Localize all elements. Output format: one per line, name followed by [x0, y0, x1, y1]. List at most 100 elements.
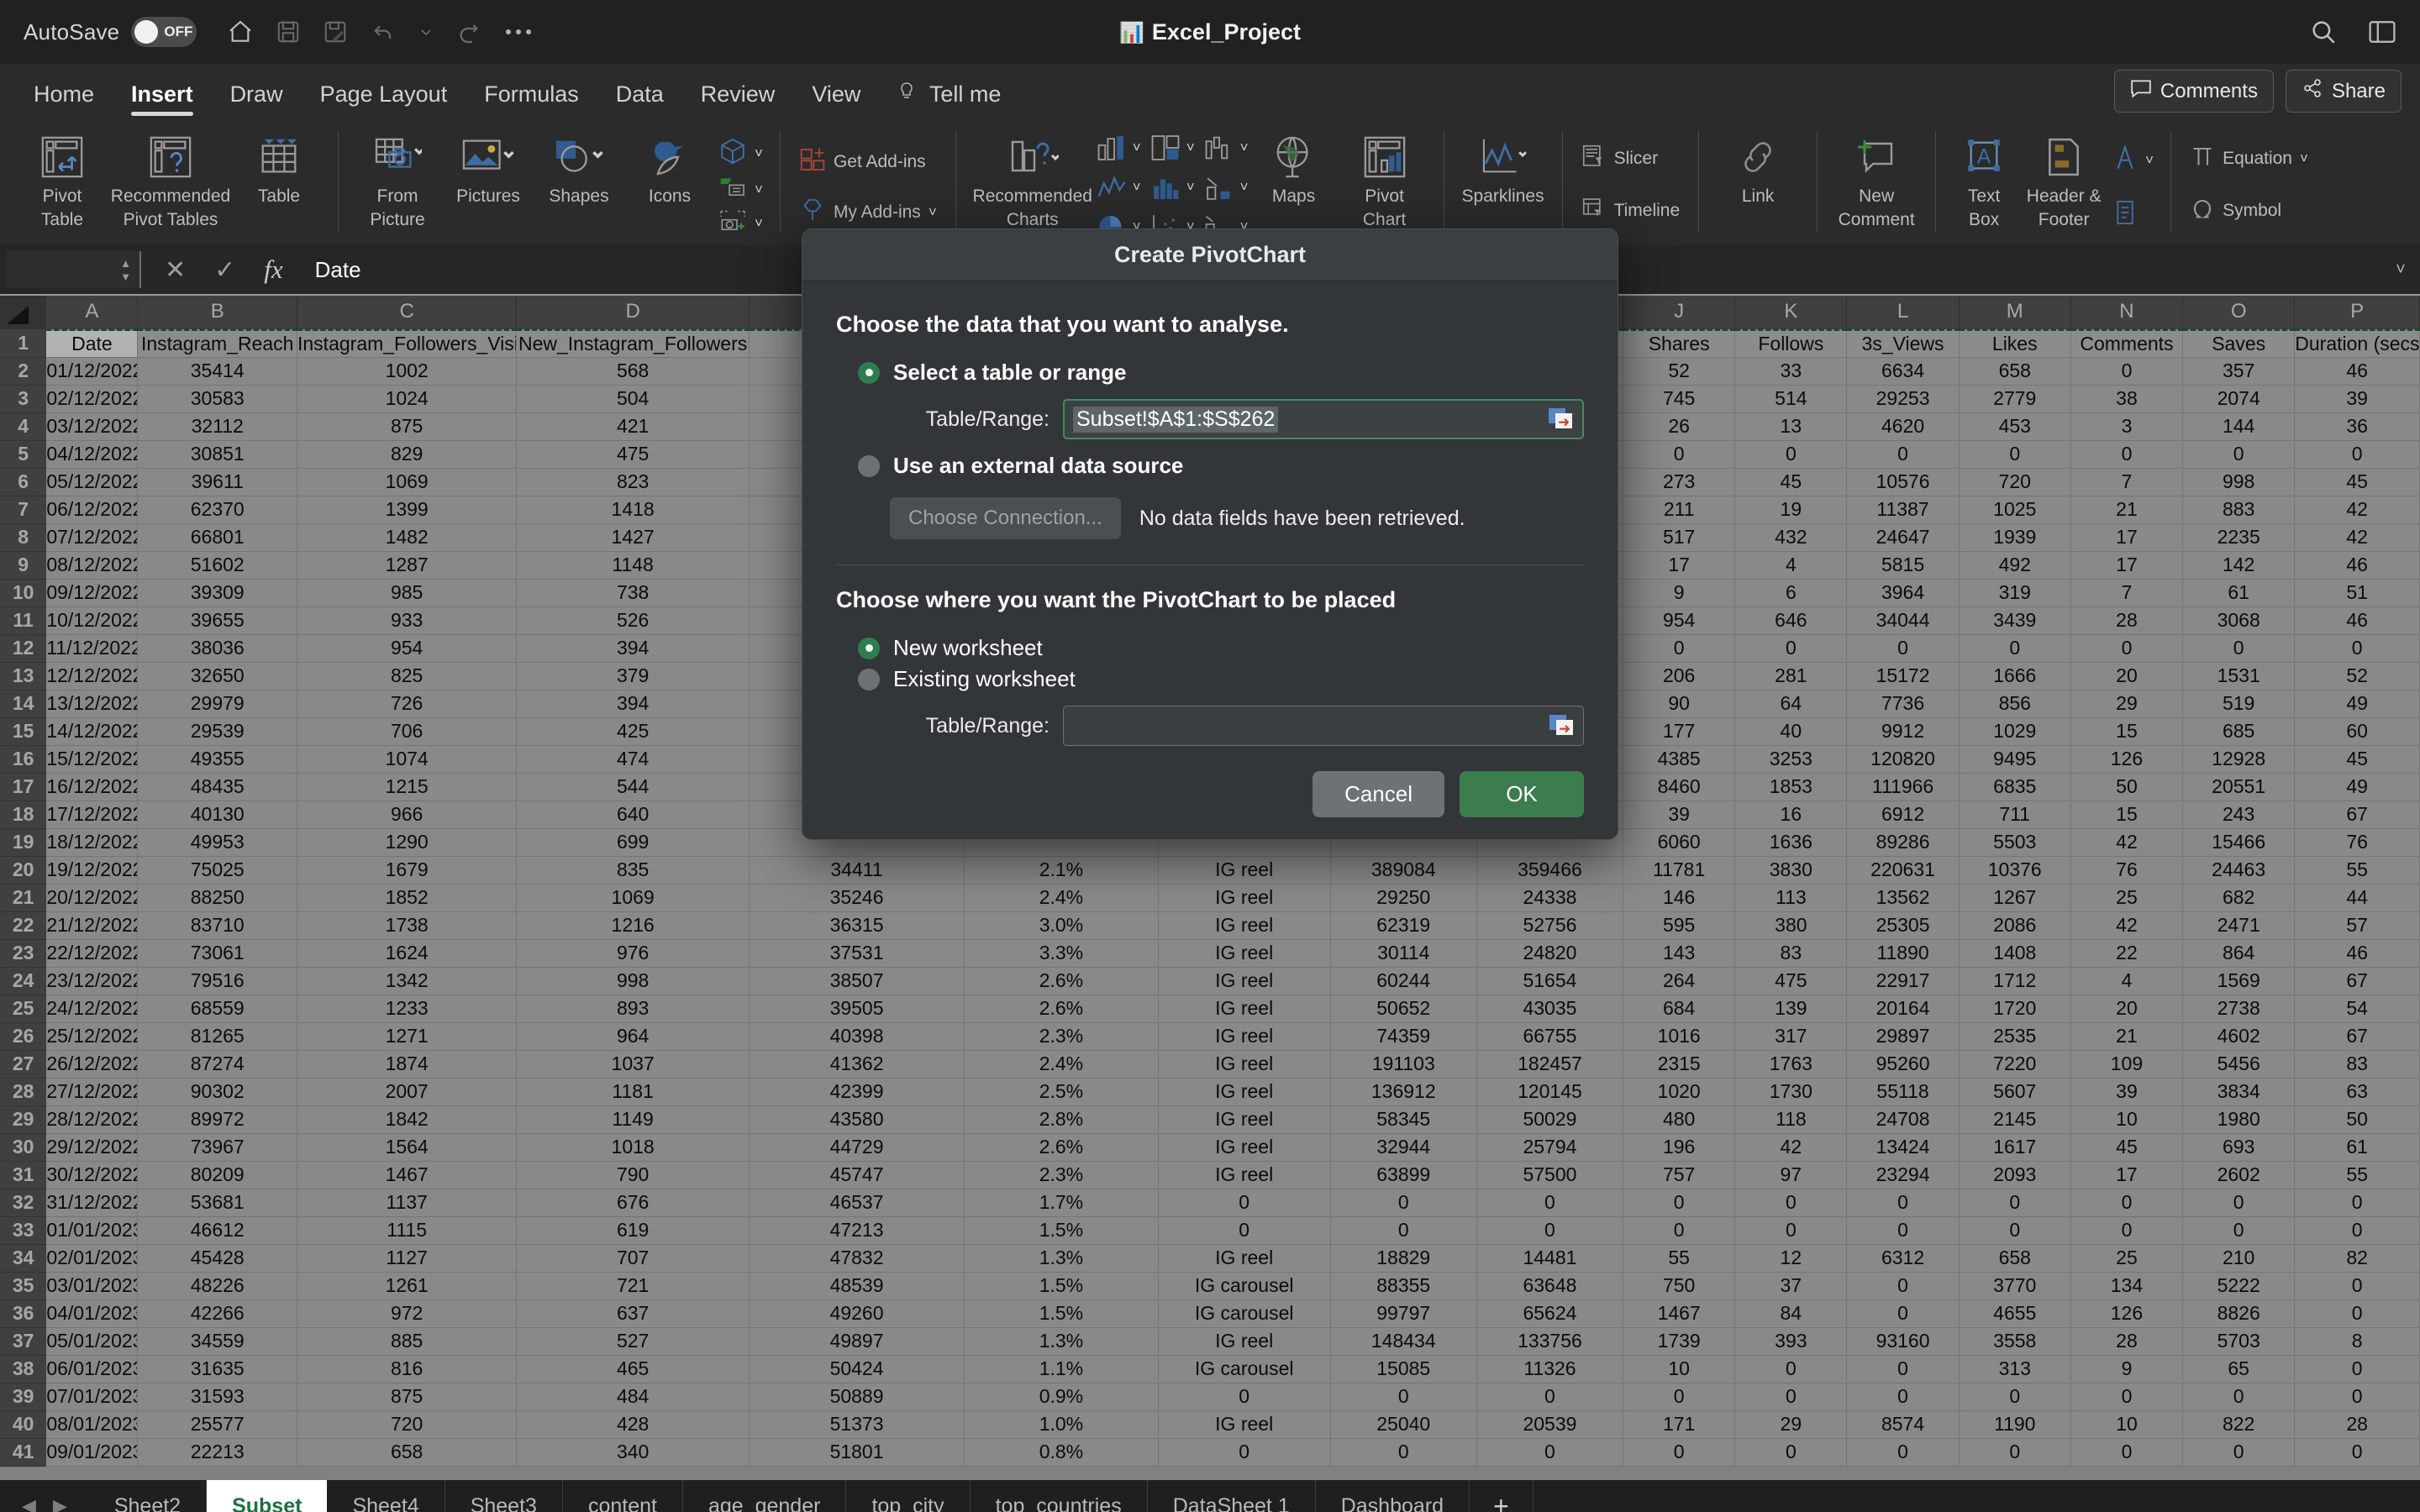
- cell[interactable]: 25/12/2022: [46, 1022, 139, 1051]
- cell[interactable]: 13/12/2022: [46, 690, 139, 718]
- sheet-tab-sheet3[interactable]: Sheet3: [445, 1480, 563, 1512]
- share-button[interactable]: Share: [2285, 70, 2402, 113]
- cell[interactable]: 1.5%: [964, 1299, 1159, 1328]
- cell[interactable]: 0: [1623, 1189, 1736, 1217]
- name-box-spinner[interactable]: ▲ ▼: [120, 258, 131, 282]
- table-range-input[interactable]: Subset!$A$1:$S$262 ➜: [1063, 399, 1584, 439]
- cell[interactable]: 1018: [516, 1133, 750, 1162]
- cell[interactable]: 3.3%: [964, 939, 1159, 968]
- cell[interactable]: 1074: [297, 745, 518, 774]
- cell[interactable]: 0: [1734, 440, 1848, 469]
- table-row[interactable]: 35 03/01/2023 48226 1261 721 48539 1.5% IG caro…: [0, 1272, 2420, 1300]
- cell[interactable]: 04/12/2022: [46, 440, 139, 469]
- cell[interactable]: 2535: [1959, 1022, 2071, 1051]
- cell[interactable]: 30/12/2022: [46, 1161, 139, 1189]
- cell[interactable]: 57: [2294, 911, 2420, 940]
- cell[interactable]: 5815: [1846, 551, 1960, 580]
- cell[interactable]: IG reel: [1158, 995, 1331, 1023]
- cell[interactable]: 20/12/2022: [46, 884, 139, 912]
- cell[interactable]: 2.8%: [964, 1105, 1159, 1134]
- more-commands-icon[interactable]: [504, 28, 533, 36]
- row-header[interactable]: 5: [0, 440, 47, 469]
- cell[interactable]: 1181: [516, 1078, 750, 1106]
- sheet-tab-top-countries[interactable]: top_countries: [971, 1480, 1148, 1512]
- cell[interactable]: 8460: [1623, 773, 1736, 801]
- cell[interactable]: IG carousel: [1158, 1355, 1331, 1383]
- cell[interactable]: 0.8%: [964, 1438, 1159, 1467]
- cell[interactable]: 0: [1959, 1189, 2071, 1217]
- cell[interactable]: 120145: [1476, 1078, 1624, 1106]
- cell[interactable]: 139: [1734, 995, 1848, 1023]
- cell[interactable]: 95260: [1846, 1050, 1960, 1079]
- tab-page-layout[interactable]: Page Layout: [302, 81, 466, 119]
- cell[interactable]: 954: [297, 634, 518, 663]
- cell[interactable]: 3834: [2182, 1078, 2296, 1106]
- cell[interactable]: 685: [2182, 717, 2296, 746]
- cell[interactable]: 3068: [2182, 606, 2296, 635]
- cell[interactable]: 3253: [1734, 745, 1848, 774]
- choose-connection-button[interactable]: Choose Connection...: [890, 497, 1121, 539]
- cell[interactable]: 45: [2294, 745, 2420, 774]
- table-row[interactable]: 30 29/12/2022 73967 1564 1018 44729 2.6% IG ree…: [0, 1133, 2420, 1162]
- row-header[interactable]: 28: [0, 1078, 47, 1106]
- equation-button[interactable]: Equation ˅: [2190, 144, 2308, 174]
- recommended-charts-button[interactable]: Recommended Charts: [970, 124, 1096, 245]
- cell[interactable]: Saves: [2182, 328, 2296, 358]
- row-header[interactable]: 34: [0, 1244, 47, 1273]
- cell[interactable]: 51373: [749, 1410, 965, 1439]
- cell[interactable]: 1.0%: [964, 1410, 1159, 1439]
- sheet-tab-sheet2[interactable]: Sheet2: [89, 1480, 208, 1512]
- cell[interactable]: 99797: [1330, 1299, 1477, 1328]
- cell[interactable]: 0: [2294, 1216, 2420, 1245]
- cell[interactable]: 4385: [1623, 745, 1736, 774]
- cell[interactable]: 0: [1476, 1438, 1624, 1467]
- cell[interactable]: 0: [2070, 1383, 2184, 1411]
- cell[interactable]: 6634: [1846, 357, 1960, 386]
- cell[interactable]: 0: [1734, 634, 1848, 663]
- cell[interactable]: 1980: [2182, 1105, 2296, 1134]
- tab-tell-me[interactable]: Tell me: [879, 81, 1019, 119]
- radio-external-source[interactable]: [858, 454, 880, 477]
- cell[interactable]: 21/12/2022: [46, 911, 139, 940]
- column-header-B[interactable]: B: [137, 296, 297, 329]
- cell[interactable]: 1267: [1959, 884, 2071, 912]
- cell[interactable]: 66755: [1476, 1022, 1624, 1051]
- cell[interactable]: 11890: [1846, 939, 1960, 968]
- cell[interactable]: 20539: [1476, 1410, 1624, 1439]
- cell[interactable]: 48226: [137, 1272, 297, 1300]
- radio-external-source-row[interactable]: Use an external data source: [858, 453, 1584, 479]
- column-header-K[interactable]: K: [1734, 296, 1848, 329]
- cell[interactable]: 27/12/2022: [46, 1078, 139, 1106]
- cell[interactable]: 17/12/2022: [46, 801, 139, 829]
- cell[interactable]: 42399: [749, 1078, 965, 1106]
- cell[interactable]: 66801: [137, 523, 297, 552]
- cell[interactable]: IG reel: [1158, 967, 1331, 995]
- tab-draw[interactable]: Draw: [212, 81, 302, 119]
- cell[interactable]: 45: [2070, 1133, 2184, 1162]
- cell[interactable]: 933: [297, 606, 518, 635]
- table-row[interactable]: 27 26/12/2022 87274 1874 1037 41362 2.4% IG ree…: [0, 1050, 2420, 1079]
- cell[interactable]: 0.9%: [964, 1383, 1159, 1411]
- cell[interactable]: 745: [1623, 385, 1736, 413]
- row-header[interactable]: 16: [0, 745, 47, 774]
- column-header-P[interactable]: P: [2294, 296, 2420, 329]
- cell[interactable]: 12: [1734, 1244, 1848, 1273]
- cell[interactable]: 34411: [749, 856, 965, 885]
- row-header[interactable]: 10: [0, 579, 47, 607]
- cell[interactable]: 52: [2294, 662, 2420, 690]
- cell[interactable]: 10: [2070, 1105, 2184, 1134]
- cell[interactable]: 210: [2182, 1244, 2296, 1273]
- cell[interactable]: 998: [2182, 468, 2296, 496]
- cell[interactable]: 640: [516, 801, 750, 829]
- cell[interactable]: 39611: [137, 468, 297, 496]
- cell[interactable]: 243: [2182, 801, 2296, 829]
- cell[interactable]: 750: [1623, 1272, 1736, 1300]
- row-header[interactable]: 1: [0, 329, 47, 358]
- undo-dropdown-icon[interactable]: [418, 24, 434, 39]
- row-header[interactable]: 24: [0, 967, 47, 995]
- cell[interactable]: 699: [516, 828, 750, 857]
- cell[interactable]: 22: [2070, 939, 2184, 968]
- cell[interactable]: 26/12/2022: [46, 1050, 139, 1079]
- cell[interactable]: 11326: [1476, 1355, 1624, 1383]
- cell[interactable]: 84: [1734, 1299, 1848, 1328]
